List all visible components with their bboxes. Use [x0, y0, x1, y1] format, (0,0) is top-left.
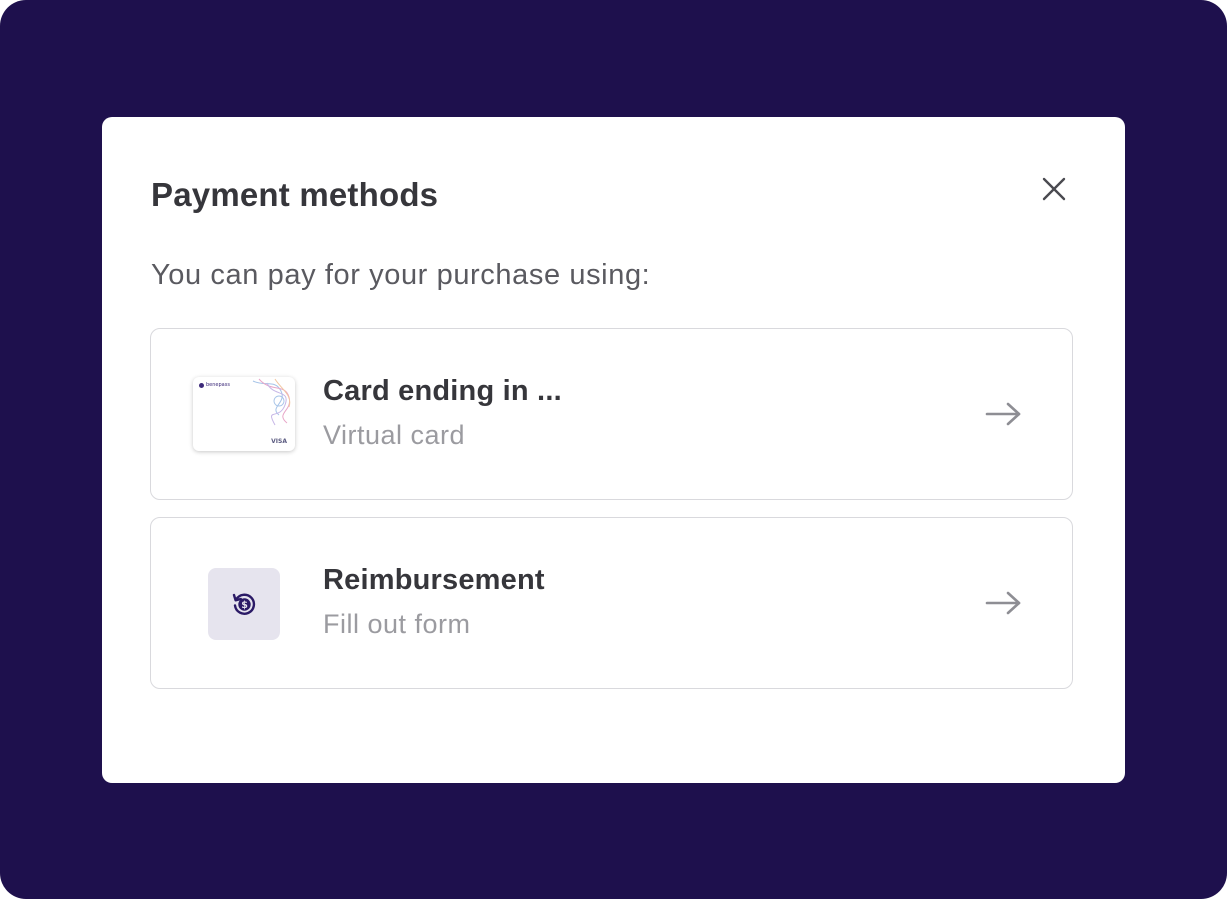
reimbursement-icon-tile: $ — [208, 568, 280, 640]
option-subtitle: Virtual card — [323, 420, 466, 450]
card-brand-text: benepass — [206, 382, 230, 388]
option-title: Card ending in ... — [323, 375, 562, 407]
arrow-right-icon — [985, 591, 1021, 615]
arrow-right-icon — [985, 402, 1021, 426]
option-title: Reimbursement — [323, 564, 545, 596]
card-network-label: VISA — [271, 438, 287, 445]
brand-logo-icon — [199, 383, 204, 388]
svg-text:$: $ — [241, 600, 248, 611]
modal-title: Payment methods — [151, 176, 439, 213]
virtual-card-option[interactable]: benepass VISA Card ending in ... Virtual… — [150, 328, 1073, 500]
reimbursement-dollar-refresh-icon: $ — [232, 593, 256, 615]
option-subtitle: Fill out form — [323, 609, 471, 639]
close-icon — [1042, 177, 1066, 201]
close-button[interactable] — [1034, 169, 1074, 209]
modal-subtitle: You can pay for your purchase using: — [151, 259, 651, 291]
card-swirl-pattern — [252, 378, 291, 426]
payment-methods-modal: Payment methods You can pay for your pur… — [102, 117, 1125, 783]
virtual-card-image: benepass VISA — [193, 377, 295, 451]
reimbursement-option[interactable]: $ Reimbursement Fill out form — [150, 517, 1073, 689]
modal-backdrop: Payment methods You can pay for your pur… — [0, 0, 1227, 899]
